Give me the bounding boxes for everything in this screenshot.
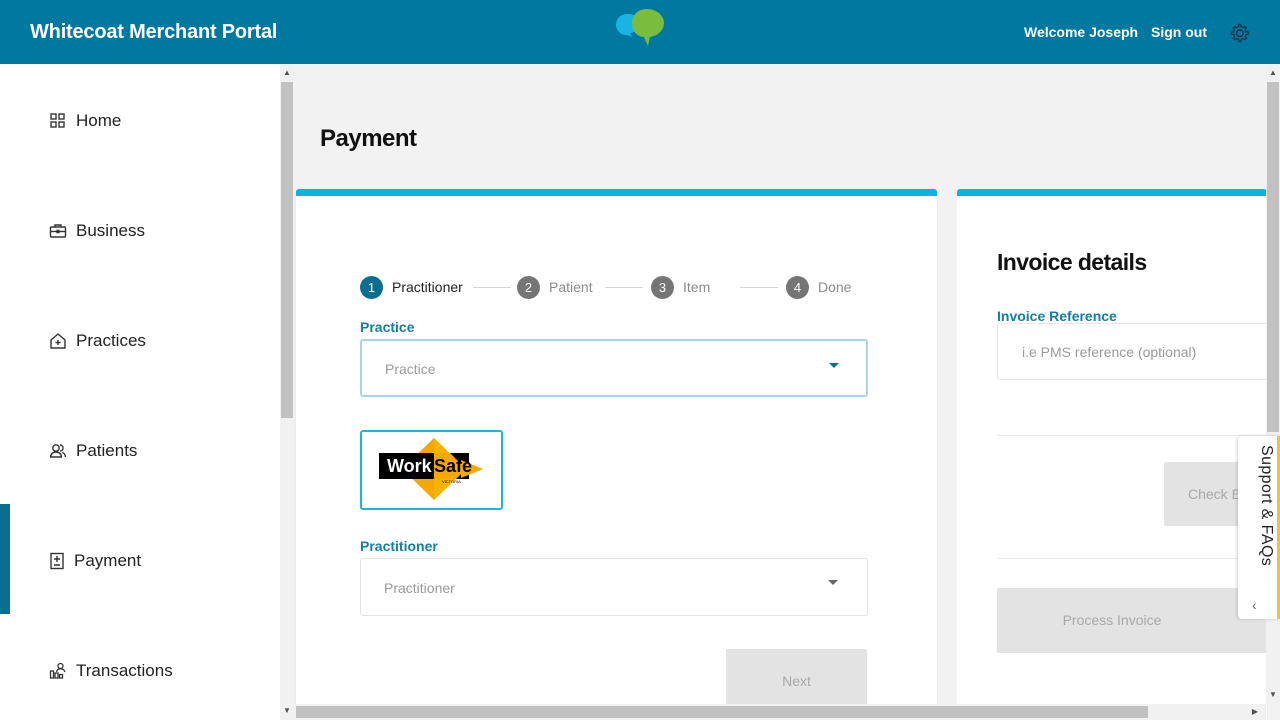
- payment-card: 1 Practitioner 2 Patient 3 Item 4 Done P…: [296, 189, 937, 720]
- people-icon: [49, 444, 67, 458]
- top-bar: Whitecoat Merchant Portal Welcome Joseph…: [0, 0, 1280, 64]
- scroll-right-arrow-icon[interactable]: ▶: [1248, 705, 1262, 719]
- invoice-reference-label: Invoice Reference: [997, 308, 1117, 324]
- scrollbar-thumb[interactable]: [296, 706, 1148, 718]
- practice-select[interactable]: Practice: [360, 339, 868, 397]
- step-label: Done: [818, 279, 852, 295]
- sidebar-item-label: Practices: [76, 331, 146, 350]
- welcome-text: Welcome Joseph: [1024, 24, 1139, 40]
- briefcase-icon: [49, 224, 67, 238]
- step-number: 3: [651, 276, 674, 299]
- grid-icon: [50, 113, 65, 128]
- receipt-icon: [50, 552, 64, 570]
- worksafe-subtext: VICTORIA: [442, 479, 461, 484]
- portal-title: Whitecoat Merchant Portal: [30, 21, 278, 43]
- scrollbar-thumb[interactable]: [281, 82, 293, 418]
- practitioner-select[interactable]: Practitioner: [360, 558, 868, 616]
- scroll-up-arrow-icon[interactable]: ▲: [280, 66, 294, 80]
- step-label: Patient: [549, 279, 593, 295]
- sidebar-item-label: Patients: [76, 441, 138, 460]
- worksafe-logo-icon: Work Safe VICTORIA: [379, 438, 483, 500]
- gear-icon[interactable]: [1228, 22, 1250, 44]
- scrollbar-thumb[interactable]: [1267, 82, 1279, 432]
- house-plus-icon: [50, 333, 66, 349]
- step-connector: [605, 287, 643, 288]
- support-label: Support & FAQs: [1258, 445, 1275, 567]
- scroll-down-arrow-icon[interactable]: ▼: [280, 704, 294, 718]
- invoice-card: Invoice details Invoice Reference Check …: [957, 189, 1267, 720]
- chevron-down-icon: [829, 363, 839, 368]
- step-connector: [473, 287, 511, 288]
- chart-user-icon: [49, 662, 66, 679]
- sign-out-link[interactable]: Sign out: [1151, 24, 1207, 40]
- sidebar-item-home[interactable]: Home: [0, 64, 280, 174]
- sidebar-item-business[interactable]: Business: [0, 174, 280, 284]
- practice-label: Practice: [360, 319, 415, 335]
- next-button[interactable]: Next: [726, 649, 867, 711]
- practice-placeholder: Practice: [385, 361, 436, 377]
- sidebar-nav: Home Business Practices Patients Payment…: [0, 64, 280, 720]
- sidebar-item-patients[interactable]: Patients: [0, 394, 280, 504]
- sidebar-item-transactions[interactable]: Transactions: [0, 614, 280, 720]
- scroll-down-arrow-icon[interactable]: ▼: [1266, 688, 1280, 702]
- worksafe-option[interactable]: Work Safe VICTORIA: [360, 430, 503, 510]
- divider: [997, 558, 1267, 559]
- step-label: Practitioner: [392, 279, 463, 295]
- support-faqs-tab[interactable]: Support & FAQs ‹: [1238, 436, 1280, 619]
- active-indicator: [0, 504, 10, 614]
- sidebar-item-label: Transactions: [76, 661, 173, 680]
- worksafe-text-right: Safe: [434, 456, 472, 476]
- sidebar-item-practices[interactable]: Practices: [0, 284, 280, 394]
- speech-bubbles-logo-icon: [616, 9, 664, 46]
- step-number: 4: [786, 276, 809, 299]
- sidebar-scrollbar[interactable]: ▲ ▼: [280, 64, 294, 720]
- sidebar-item-payment[interactable]: Payment: [0, 504, 280, 614]
- sidebar-item-label: Business: [76, 221, 145, 240]
- scroll-up-arrow-icon[interactable]: ▲: [1266, 66, 1280, 80]
- chevron-down-icon: [828, 580, 838, 585]
- step-label: Item: [683, 279, 711, 295]
- invoice-reference-input[interactable]: [997, 323, 1267, 380]
- chevron-left-icon: ‹: [1252, 597, 1257, 613]
- sidebar-item-label: Payment: [74, 551, 142, 570]
- practitioner-placeholder: Practitioner: [384, 580, 455, 596]
- process-invoice-button[interactable]: Process Invoice: [997, 588, 1267, 653]
- divider: [997, 435, 1267, 436]
- invoice-title: Invoice details: [997, 249, 1147, 275]
- step-number: 2: [517, 276, 540, 299]
- practitioner-label: Practitioner: [360, 538, 438, 554]
- page-title: Payment: [320, 125, 417, 152]
- step-number: 1: [360, 276, 383, 299]
- horizontal-scrollbar[interactable]: ▶: [294, 704, 1266, 720]
- sidebar-item-label: Home: [76, 111, 122, 130]
- worksafe-text-left: Work: [387, 456, 433, 476]
- step-connector: [740, 287, 778, 288]
